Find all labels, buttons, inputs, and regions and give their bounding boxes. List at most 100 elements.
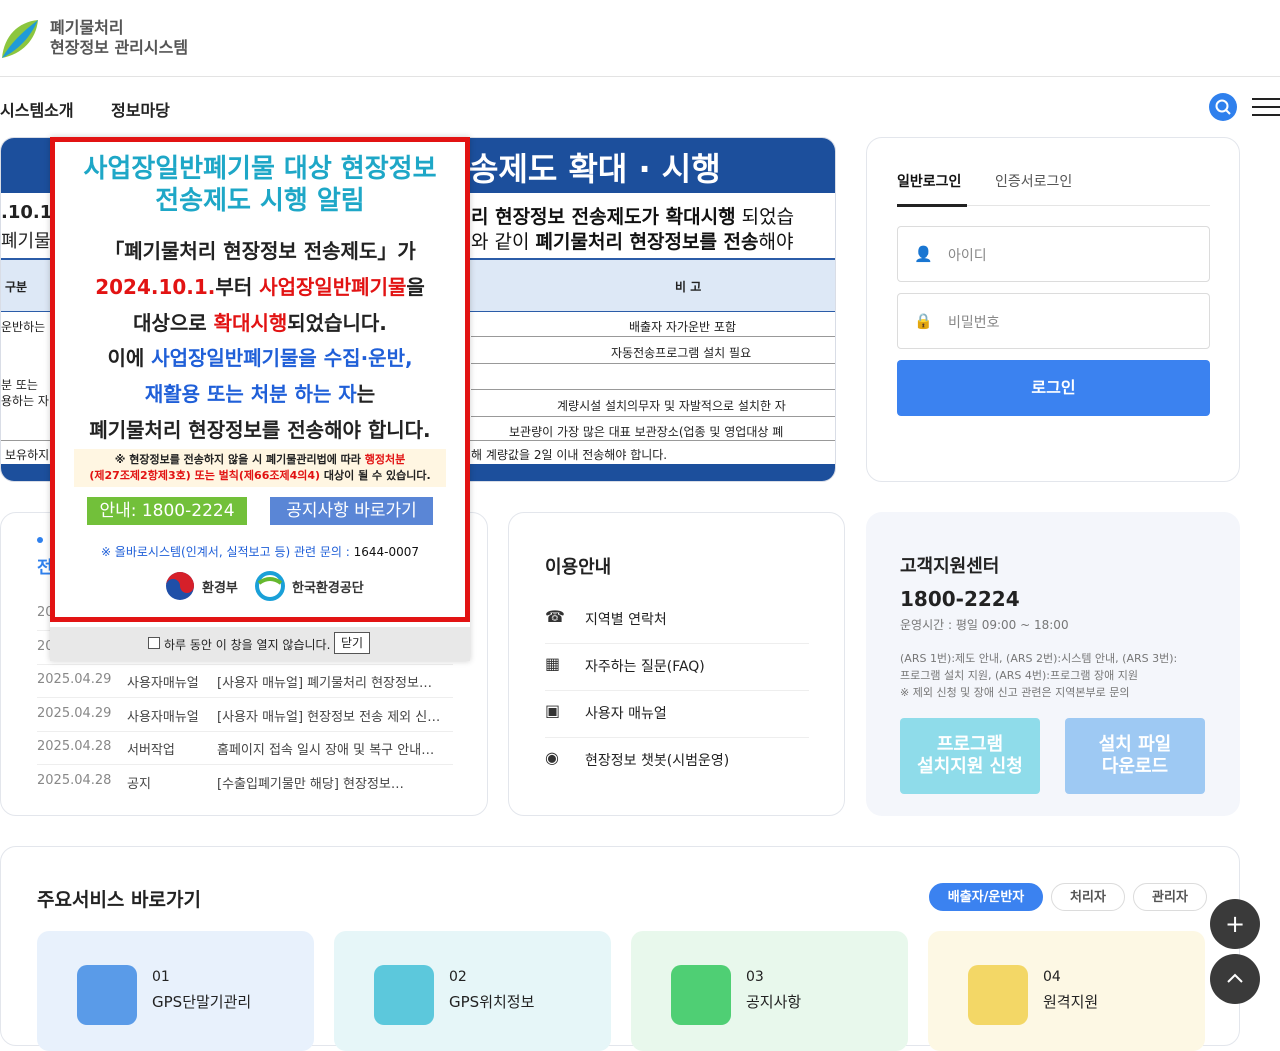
- phone-icon: ☎: [545, 607, 565, 626]
- support-title: 고객지원센터: [900, 556, 1000, 577]
- id-placeholder: 아이디: [948, 248, 987, 264]
- table-left-row: 운반하는: [1, 320, 46, 334]
- guide-item-label: 현장정보 챗봇(시범운영): [585, 753, 730, 769]
- table-divider: [471, 363, 835, 364]
- notice-row[interactable]: 2025.04.29 사용자매뉴얼 [사용자 매뉴얼] 폐기물처리 현장정보…: [37, 664, 453, 698]
- table-divider: [471, 389, 835, 390]
- support-phone: 1800-2224: [900, 587, 1020, 611]
- tab-admin[interactable]: 관리자: [1133, 883, 1207, 911]
- table-right-row: 해 계량값을 2일 이내 전송해야 합니다.: [471, 448, 668, 462]
- tab-cert-login[interactable]: 인증서로그인: [995, 171, 1072, 191]
- headset-icon: [671, 965, 731, 1025]
- service-tile-gps-location[interactable]: 02 GPS위치정보: [334, 931, 611, 1051]
- popup-footer: 하루 동안 이 창을 열지 않습니다. 닫기: [50, 627, 470, 661]
- tab-emitter-transporter[interactable]: 배출자/운반자: [929, 883, 1043, 911]
- search-button[interactable]: [1209, 93, 1237, 121]
- logo-text[interactable]: 폐기물처리 현장정보 관리시스템: [50, 18, 188, 58]
- nav-item-system-intro[interactable]: 시스템소개: [0, 97, 74, 121]
- tab-general-login[interactable]: 일반로그인: [897, 171, 961, 191]
- button-line: 설치 파일: [1098, 734, 1172, 755]
- id-input[interactable]: 👤 아이디: [897, 226, 1210, 282]
- notice-category: 서버작업: [127, 743, 175, 758]
- password-input[interactable]: 🔒 비밀번호: [897, 293, 1210, 349]
- banner-left-frag1: .10.1: [1, 202, 53, 223]
- support-note: ※ 제외 신청 및 장애 신고 관련은 지역본부로 문의: [900, 686, 1130, 699]
- popup-close-button[interactable]: 닫기: [334, 632, 370, 654]
- scroll-top-icon[interactable]: [1210, 954, 1260, 1004]
- notice-title[interactable]: 홈페이지 접속 일시 장애 및 복구 안내…: [217, 739, 453, 758]
- notice-title[interactable]: [사용자 매뉴얼] 현장정보 전송 제외 신…: [217, 706, 453, 725]
- service-num: 01: [152, 969, 170, 985]
- service-num: 04: [1043, 969, 1061, 985]
- banner-line1: 리 현장정보 전송제도가 확대시행 되었습: [471, 206, 795, 228]
- main-services-card: 주요서비스 바로가기 배출자/운반자 처리자 관리자 01 GPS단말기관리 0…: [0, 846, 1240, 1051]
- chatbot-icon: ◉: [545, 748, 559, 767]
- faq-icon: ▦: [545, 654, 561, 673]
- button-line: 설치지원 신청: [917, 756, 1023, 777]
- login-tab-active-indicator: [897, 204, 967, 207]
- support-hours: 운영시간 : 평일 09:00 ~ 18:00: [900, 618, 1069, 632]
- usage-guide-card: 이용안내 ☎ 지역별 연락처 ▦ 자주하는 질문(FAQ) ▣ 사용자 매뉴얼 …: [508, 512, 845, 816]
- main-nav: 시스템소개 정보마당: [0, 77, 1280, 135]
- service-tile-remote-support[interactable]: 04 원격지원: [928, 931, 1205, 1051]
- guide-item-manual[interactable]: ▣ 사용자 매뉴얼: [545, 691, 809, 738]
- tab-processor[interactable]: 처리자: [1051, 883, 1125, 911]
- notice-date: 2025.04.29: [37, 672, 112, 687]
- table-head-left: 구분: [5, 280, 28, 294]
- table-right-row: 보관량이 가장 많은 대표 보관장소(업종 및 영업대상 폐: [509, 425, 784, 439]
- notice-category: 공지: [127, 777, 151, 792]
- hamburger-menu-icon[interactable]: [1252, 96, 1280, 118]
- password-placeholder: 비밀번호: [948, 315, 1000, 331]
- guide-item-faq[interactable]: ▦ 자주하는 질문(FAQ): [545, 644, 809, 691]
- service-tile-gps-device[interactable]: 01 GPS단말기관리: [37, 931, 314, 1051]
- guide-item-contacts[interactable]: ☎ 지역별 연락처: [545, 597, 809, 644]
- nav-item-info[interactable]: 정보마당: [111, 97, 170, 121]
- guide-item-label: 사용자 매뉴얼: [585, 706, 667, 722]
- popup-red-frame: [50, 137, 470, 622]
- table-right-row: 계량시설 설치의무자 및 자발적으로 설치한 자: [557, 399, 786, 413]
- user-icon: 👤: [914, 245, 933, 263]
- guide-item-chatbot[interactable]: ◉ 현장정보 챗봇(시범운영): [545, 738, 809, 785]
- program-install-support-button[interactable]: 프로그램 설치지원 신청: [900, 718, 1040, 794]
- services-title: 주요서비스 바로가기: [37, 889, 201, 911]
- table-left-row: 보유하지: [5, 448, 50, 462]
- usage-guide-title: 이용안내: [545, 557, 612, 578]
- dont-show-label[interactable]: 하루 동안 이 창을 열지 않습니다.: [164, 636, 330, 653]
- service-tile-notice[interactable]: 03 공지사항: [631, 931, 908, 1051]
- table-left-row: 용하는 자: [1, 394, 49, 408]
- lock-icon: 🔒: [914, 312, 933, 330]
- notice-row[interactable]: 2025.04.29 사용자매뉴얼 [사용자 매뉴얼] 현장정보 전송 제외 신…: [37, 698, 453, 732]
- notice-date: 2025.04.28: [37, 773, 112, 788]
- notice-date: 2025.04.29: [37, 706, 112, 721]
- notice-category: 사용자매뉴얼: [127, 676, 199, 691]
- guide-item-label: 지역별 연락처: [585, 612, 667, 628]
- login-button[interactable]: 로그인: [897, 360, 1210, 416]
- logo-line1: 폐기물처리: [50, 18, 124, 37]
- guide-item-label: 자주하는 질문(FAQ): [585, 659, 705, 675]
- table-divider: [471, 416, 835, 417]
- button-line: 다운로드: [1101, 756, 1169, 777]
- banner-line2: 와 같이 폐기물처리 현장정보를 전송해야: [471, 231, 794, 253]
- service-label: 원격지원: [1043, 993, 1099, 1011]
- notice-tab-dot: [37, 537, 43, 543]
- install-file-download-button[interactable]: 설치 파일 다운로드: [1065, 718, 1205, 794]
- banner-left-frag2: 폐기물: [1, 231, 51, 252]
- table-right-row: 배출자 자가운반 포함: [629, 320, 736, 334]
- plus-icon[interactable]: +: [1210, 899, 1260, 949]
- dont-show-checkbox[interactable]: [148, 637, 160, 649]
- notice-row[interactable]: 2025.04.28 공지 [수출입폐기물만 해당] 현장정보…: [37, 765, 453, 799]
- site-header: 폐기물처리 현장정보 관리시스템: [0, 0, 1280, 77]
- table-left-row: 분 또는: [1, 378, 38, 392]
- notice-row[interactable]: 2025.04.28 서버작업 홈페이지 접속 일시 장애 및 복구 안내…: [37, 731, 453, 765]
- service-num: 02: [449, 969, 467, 985]
- notice-title[interactable]: [사용자 매뉴얼] 폐기물처리 현장정보…: [217, 672, 453, 691]
- button-line: 프로그램: [936, 734, 1004, 755]
- notice-date: 2025.04.28: [37, 739, 112, 754]
- gps-icon: [374, 965, 434, 1025]
- table-divider: [471, 336, 835, 337]
- manual-icon: ▣: [545, 701, 561, 720]
- banner-title: 송제도 확대 · 시행: [469, 150, 721, 188]
- search-icon: [1215, 99, 1231, 115]
- logo-leaf-icon[interactable]: [0, 18, 40, 60]
- notice-title[interactable]: [수출입폐기물만 해당] 현장정보…: [217, 773, 453, 792]
